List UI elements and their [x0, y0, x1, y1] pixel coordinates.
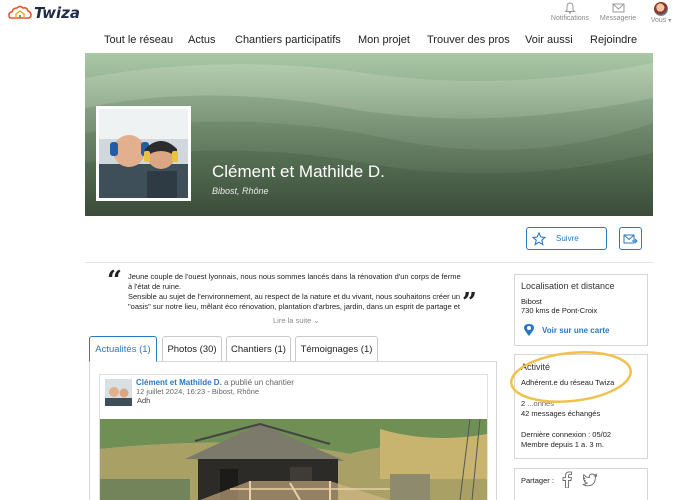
member-since: Membre depuis 1 a. 3 m. — [521, 440, 604, 449]
twitter-icon[interactable] — [582, 473, 598, 487]
envelope-arrow-icon — [623, 234, 638, 243]
tab-chantiers[interactable]: Chantiers (1) — [226, 336, 291, 362]
star-icon — [532, 231, 546, 246]
chevron-down-icon: ▾ — [668, 18, 672, 24]
brand-name: Twiza — [34, 4, 81, 22]
messagerie-label: Messagerie — [599, 15, 637, 22]
profile-description: Jeune couple de l'ouest lyonnais, nous n… — [128, 272, 462, 312]
location-distance: 730 kms de Pont-Croix — [521, 306, 598, 315]
post-photo[interactable] — [100, 419, 487, 500]
post-snippet: Adh — [137, 396, 151, 405]
main-nav: Tout le réseau Actus Chantiers participa… — [0, 29, 686, 53]
author-avatar-image — [105, 379, 132, 406]
post-date: 12 juillet 2024, 16:23 — [136, 387, 206, 396]
nav-item-mon-projet[interactable]: Mon projet — [358, 34, 410, 46]
tab-temoignages[interactable]: Témoignages (1) — [295, 336, 378, 362]
profile-photo[interactable] — [96, 106, 191, 201]
facebook-icon[interactable] — [561, 471, 573, 488]
post-action: a publié un chantier — [224, 378, 294, 387]
nav-item-trouver-des-pros[interactable]: Trouver des pros — [427, 34, 510, 46]
description-line-1: Jeune couple de l'ouest lyonnais, nous n… — [128, 272, 461, 291]
envelope-icon — [612, 3, 624, 13]
post-author-avatar[interactable] — [105, 379, 132, 406]
quote-open-icon: “ — [107, 266, 122, 296]
notifications-button[interactable]: Notifications — [548, 2, 592, 22]
location-title: Localisation et distance — [521, 281, 615, 291]
send-message-button[interactable] — [619, 227, 642, 250]
quote-close-icon: ” — [462, 288, 477, 318]
messagerie-button[interactable]: Messagerie — [598, 2, 638, 22]
nav-item-voir-aussi[interactable]: Voir aussi — [525, 34, 573, 46]
bell-icon — [564, 2, 576, 14]
tab-photos[interactable]: Photos (30) — [162, 336, 222, 362]
stat-messages: 42 messages échangés — [521, 409, 601, 418]
post-meta: 12 juillet 2024, 16:23 - Bibost, Rhône — [136, 387, 259, 396]
chevron-down-icon: ⌄ — [313, 316, 320, 325]
notifications-label: Notifications — [550, 15, 590, 22]
user-menu-button[interactable]: Vous ▾ — [646, 2, 676, 24]
highlight-circle — [510, 351, 632, 403]
user-avatar — [654, 2, 668, 16]
map-link[interactable]: Voir sur une carte — [522, 323, 609, 337]
construction-site-photo — [100, 419, 487, 500]
read-more-link[interactable]: Lire la suite ⌄ — [273, 316, 320, 325]
post-author-line: Clément et Mathilde D. a publié un chant… — [136, 378, 294, 387]
follow-label: Suivre — [556, 234, 579, 243]
section-divider — [85, 262, 653, 263]
location-pin-icon — [524, 324, 534, 336]
last-login: Dernière connexion : 05/02 — [521, 430, 612, 439]
vous-label: Vous — [650, 17, 667, 24]
house-cloud-logo-icon — [8, 5, 32, 19]
follow-button[interactable]: Suivre — [526, 227, 607, 250]
nav-item-chantiers[interactable]: Chantiers participatifs — [235, 34, 341, 46]
post-author-name[interactable]: Clément et Mathilde D. — [136, 378, 222, 387]
twiza-logo[interactable]: Twiza — [8, 4, 80, 22]
post-place: Bibost, Rhône — [211, 387, 260, 396]
top-bar: Twiza Notifications Messagerie Vous ▾ — [0, 0, 686, 29]
nav-item-tout-le-reseau[interactable]: Tout le réseau — [104, 34, 173, 46]
couple-photo-image — [99, 109, 188, 198]
tab-actualites[interactable]: Actualités (1) — [89, 336, 157, 362]
read-more-label: Lire la suite — [273, 316, 312, 325]
profile-location: Bibost, Rhône — [212, 186, 269, 196]
profile-name: Clément et Mathilde D. — [212, 162, 385, 181]
nav-item-actus[interactable]: Actus — [188, 34, 216, 46]
description-line-2: Sensible au sujet de l'environnement, au… — [128, 292, 461, 311]
nav-item-rejoindre[interactable]: Rejoindre — [590, 34, 637, 46]
map-link-label: Voir sur une carte — [542, 325, 610, 335]
share-label: Partager : — [521, 476, 554, 485]
location-town: Bibost — [521, 297, 542, 306]
